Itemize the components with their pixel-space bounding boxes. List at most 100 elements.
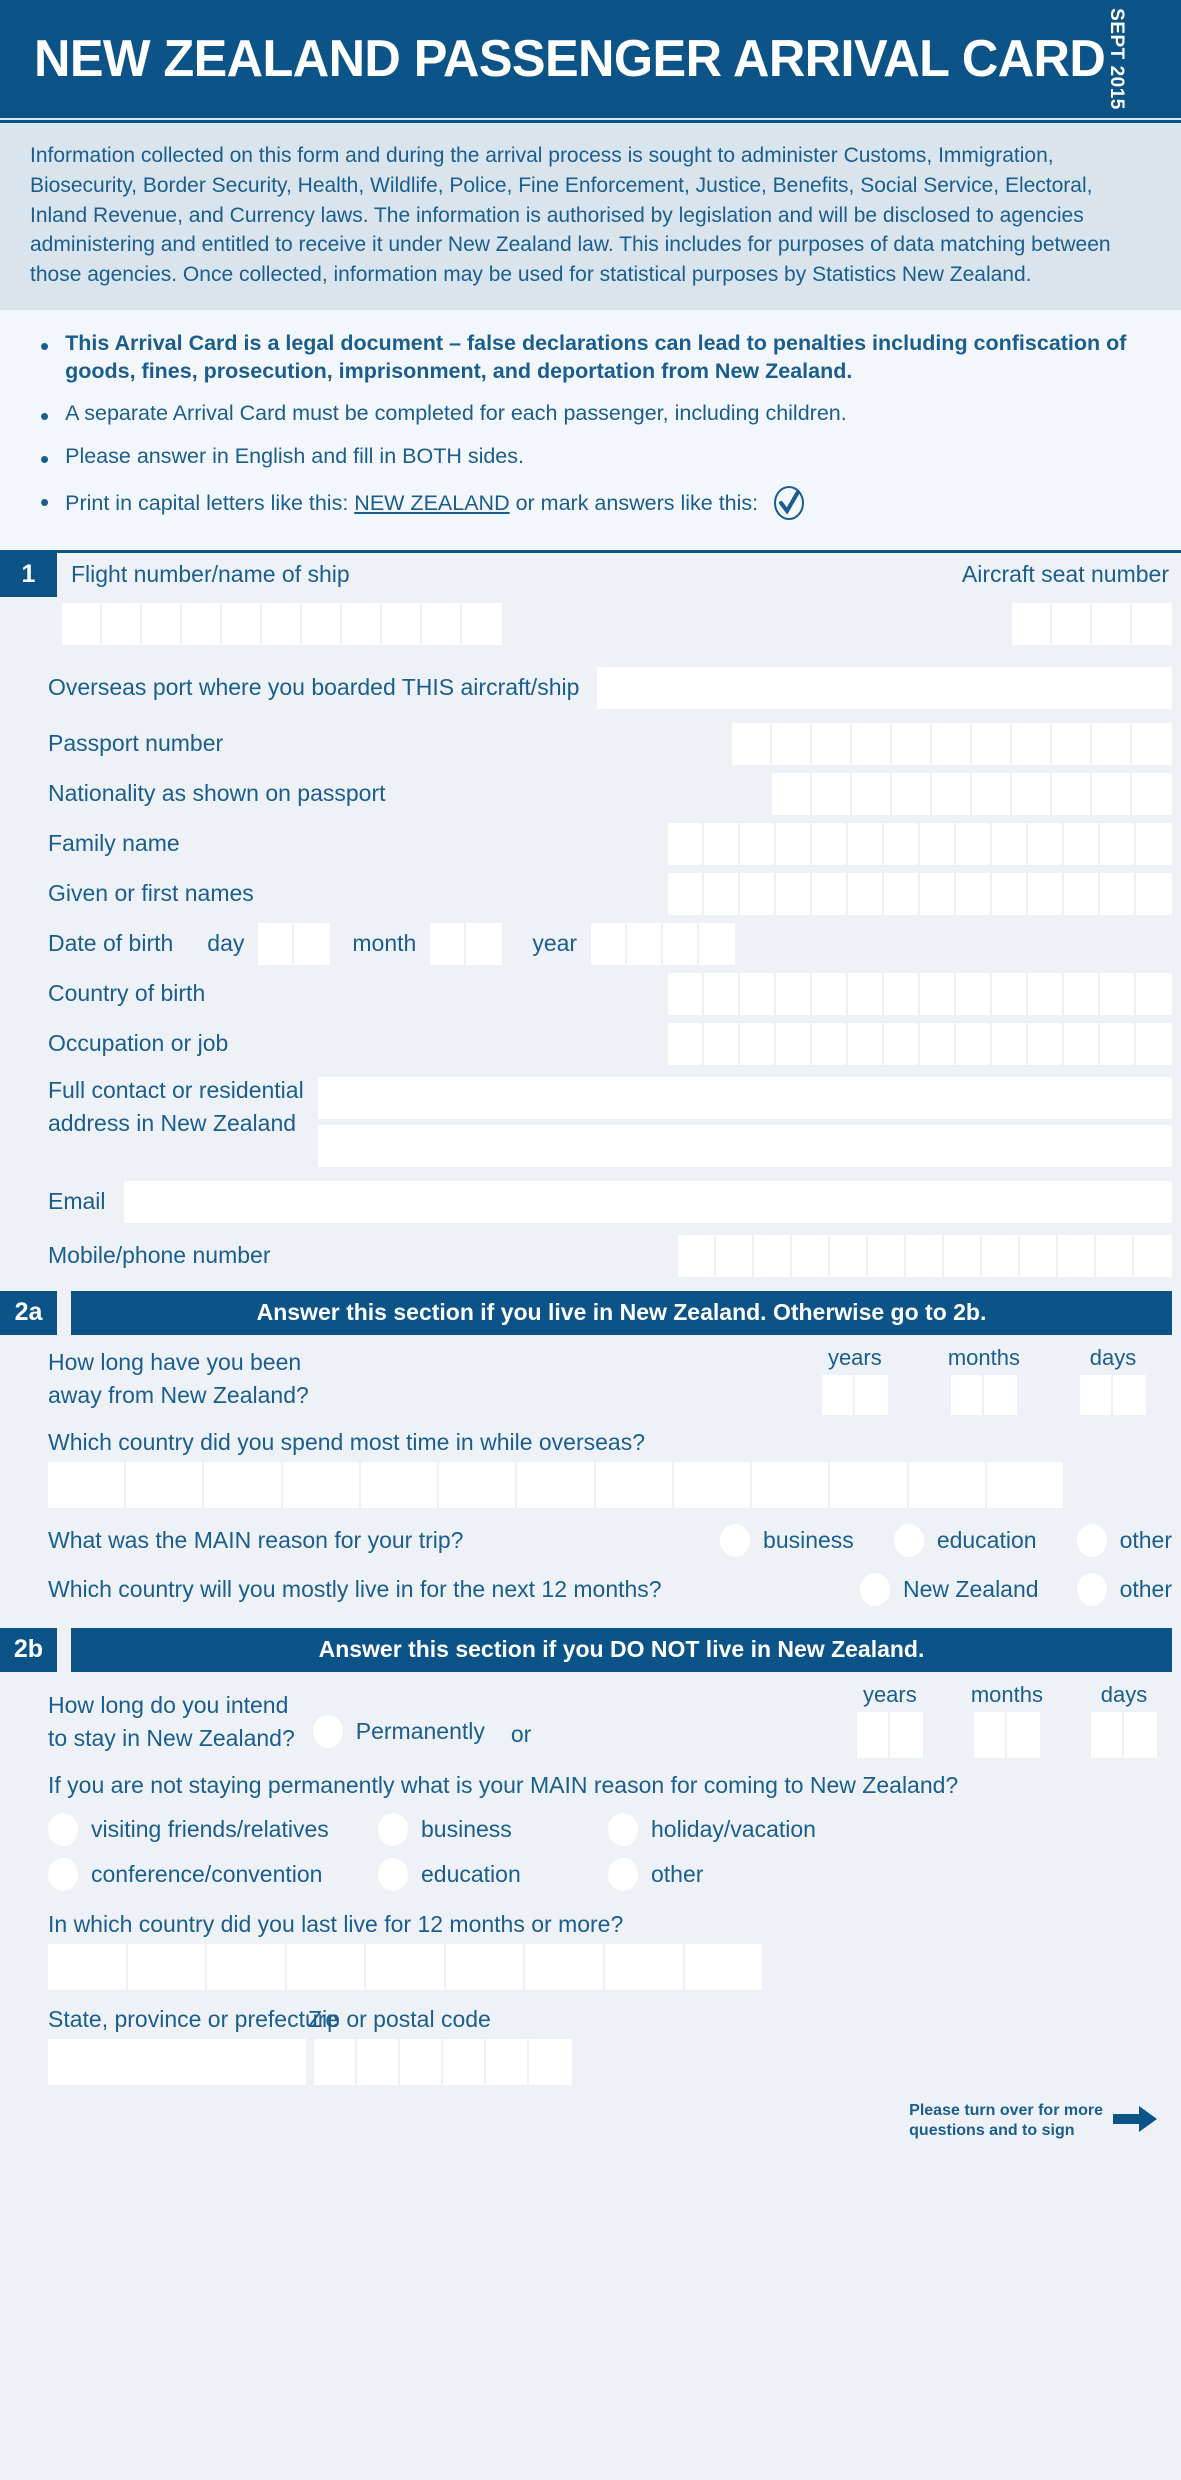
character-box[interactable] [668,872,704,915]
given-names-input[interactable] [668,872,1172,915]
character-box[interactable] [1028,972,1064,1015]
character-box[interactable] [812,972,848,1015]
character-box[interactable] [422,602,462,645]
character-box[interactable] [1113,1374,1146,1415]
character-box[interactable] [740,1022,776,1065]
character-box[interactable] [1006,1711,1040,1758]
character-box[interactable] [848,822,884,865]
character-box[interactable] [956,972,992,1015]
character-box[interactable] [258,922,295,965]
character-box[interactable] [1092,602,1132,645]
character-box[interactable] [992,972,1028,1015]
character-box[interactable] [678,1234,716,1277]
character-box[interactable] [776,872,812,915]
character-box[interactable] [126,1461,205,1508]
radio-option-permanently[interactable]: Permanently [312,1714,485,1758]
radio-icon[interactable] [312,1714,343,1748]
character-box[interactable] [972,772,1012,815]
character-box[interactable] [663,922,700,965]
character-box[interactable] [1136,872,1172,915]
character-box[interactable] [986,1461,1064,1508]
character-box[interactable] [1132,722,1172,765]
character-box[interactable] [439,1461,518,1508]
character-box[interactable] [884,822,920,865]
radio-option-other[interactable]: other [1076,1523,1172,1557]
character-box[interactable] [222,602,262,645]
character-box[interactable] [920,872,956,915]
character-box[interactable] [1096,1234,1134,1277]
character-box[interactable] [776,822,812,865]
character-box[interactable] [884,872,920,915]
character-box[interactable] [443,2039,486,2085]
character-box[interactable] [314,2039,357,2085]
character-box[interactable] [732,722,772,765]
character-box[interactable] [207,1943,287,1990]
character-box[interactable] [486,2039,529,2085]
character-box[interactable] [740,972,776,1015]
character-box[interactable] [1136,1022,1172,1065]
state-province-input[interactable] [48,2039,306,2085]
character-box[interactable] [812,772,852,815]
character-box[interactable] [854,1374,888,1415]
character-box[interactable] [848,1022,884,1065]
character-box[interactable] [1020,1234,1058,1277]
character-box[interactable] [1028,822,1064,865]
radio-option-education[interactable]: education [893,1523,1037,1557]
character-box[interactable] [342,602,382,645]
character-box[interactable] [776,972,812,1015]
character-box[interactable] [704,1022,740,1065]
character-box[interactable] [1052,722,1092,765]
character-box[interactable] [812,1022,848,1065]
character-box[interactable] [1132,602,1172,645]
character-box[interactable] [282,1461,361,1508]
character-box[interactable] [821,1374,855,1415]
radio-option-conference[interactable]: conference/convention [48,1857,378,1891]
character-box[interactable] [740,822,776,865]
character-box[interactable] [127,1943,208,1990]
character-box[interactable] [956,872,992,915]
character-box[interactable] [668,822,704,865]
character-box[interactable] [772,722,812,765]
character-box[interactable] [595,1461,674,1508]
character-box[interactable] [1028,1022,1064,1065]
family-name-input[interactable] [668,822,1172,865]
stay-years-input[interactable] [856,1711,923,1758]
character-box[interactable] [992,1022,1028,1065]
character-box[interactable] [529,2039,572,2085]
character-box[interactable] [1124,1711,1157,1758]
character-box[interactable] [142,602,182,645]
occupation-input[interactable] [668,1022,1172,1065]
radio-icon[interactable] [378,1857,408,1891]
radio-icon[interactable] [1076,1523,1107,1557]
away-years-input[interactable] [821,1374,888,1415]
character-box[interactable] [591,922,628,965]
stay-months-input[interactable] [973,1711,1040,1758]
character-box[interactable] [400,2039,443,2085]
character-box[interactable] [932,722,972,765]
character-box[interactable] [884,1022,920,1065]
character-box[interactable] [1064,972,1100,1015]
character-box[interactable] [944,1234,982,1277]
character-box[interactable] [956,1022,992,1065]
character-box[interactable] [992,822,1028,865]
character-box[interactable] [1091,1711,1124,1758]
character-box[interactable] [920,1022,956,1065]
character-box[interactable] [262,602,302,645]
character-box[interactable] [357,2039,400,2085]
dob-month-input[interactable] [430,922,503,965]
radio-option-other-country[interactable]: other [1076,1572,1172,1606]
character-box[interactable] [604,1943,685,1990]
zip-code-input[interactable] [314,2039,572,2085]
character-box[interactable] [366,1943,446,1990]
character-box[interactable] [830,1461,909,1508]
character-box[interactable] [1064,872,1100,915]
character-box[interactable] [1136,822,1172,865]
character-box[interactable] [704,822,740,865]
character-box[interactable] [704,972,740,1015]
character-box[interactable] [956,822,992,865]
radio-icon[interactable] [608,1812,638,1846]
character-box[interactable] [892,772,932,815]
character-box[interactable] [982,1234,1020,1277]
character-box[interactable] [1012,722,1052,765]
character-box[interactable] [627,922,664,965]
